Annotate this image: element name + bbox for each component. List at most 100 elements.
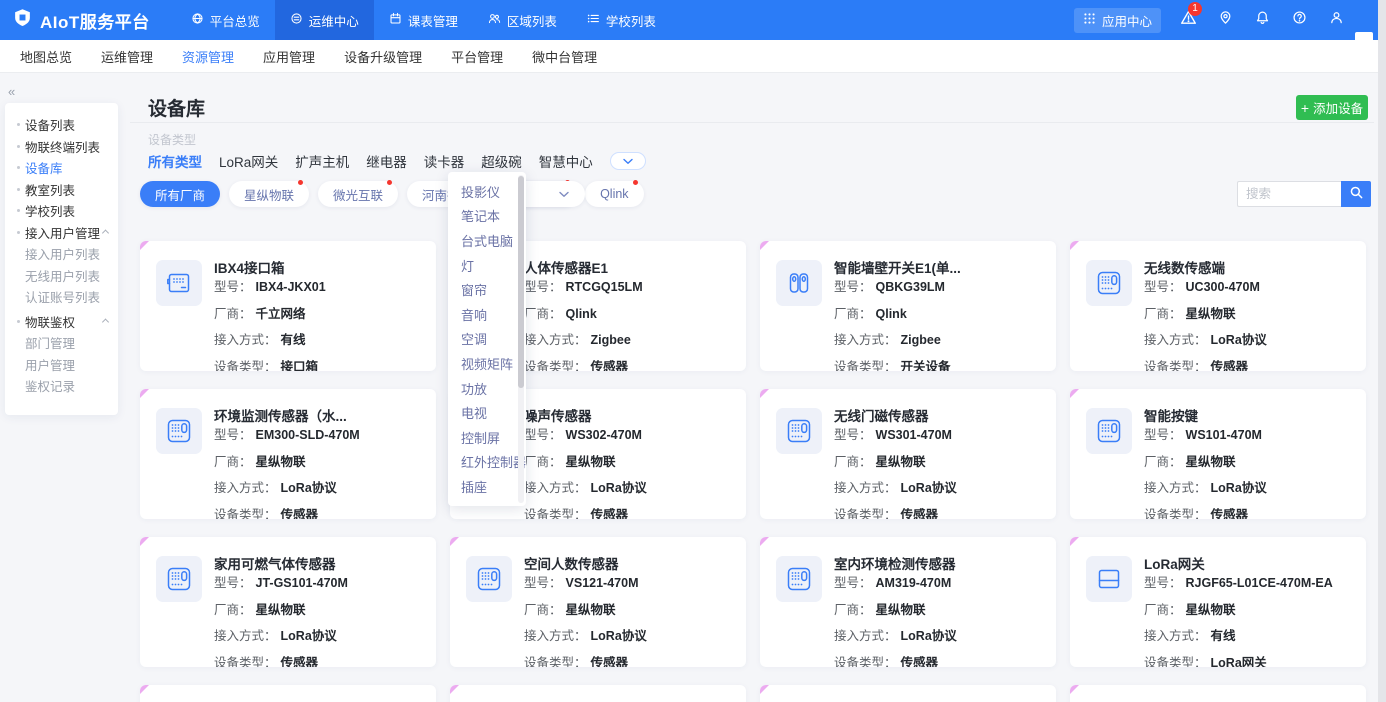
sidebar-item-access-user-list[interactable]: 接入用户列表 [5, 243, 118, 265]
dropdown-scrollbar-thumb[interactable] [518, 176, 524, 388]
access-row: 接入方式：LoRa协议 [1144, 477, 1267, 496]
search-input[interactable] [1237, 181, 1341, 207]
user-button[interactable] [1326, 10, 1346, 30]
dropdown-option[interactable]: 功放 [448, 376, 526, 401]
vendor-filter-xingzong[interactable]: 星纵物联 [229, 181, 309, 207]
sidebar-group-access-user-management[interactable]: 接入用户管理 [5, 222, 118, 244]
dropdown-option[interactable]: 控制屏 [448, 425, 526, 450]
logo[interactable]: AIoT服务平台 [0, 8, 176, 33]
sidebar-item-school-list[interactable]: 学校列表 [5, 200, 118, 222]
sidebar-item-terminal-list[interactable]: 物联终端列表 [5, 136, 118, 158]
avatar-partial[interactable] [1355, 32, 1373, 42]
dropdown-option[interactable]: 台式电脑 [448, 228, 526, 253]
device-icon-tile [1086, 408, 1132, 454]
subnav-item-app-management[interactable]: 应用管理 [263, 47, 315, 66]
device-card[interactable]: 型号： 厂商： 接入方式： 设备类型： [140, 685, 436, 702]
vendor-label: 厂商： [1144, 455, 1182, 469]
model-row: 型号：RTCGQ15LM [524, 276, 643, 295]
device-card[interactable]: 智能按键 型号：WS101-470M 厂商：星纵物联 接入方式：LoRa协议 设… [1070, 389, 1366, 519]
sidebar-item-auth-account-list[interactable]: 认证账号列表 [5, 286, 118, 308]
access-row: 接入方式：有线 [1144, 625, 1333, 644]
dropdown-option[interactable]: 视频矩阵 [448, 351, 526, 376]
dropdown-option[interactable]: 红外控制器 [448, 450, 526, 475]
page-scrollbar[interactable] [1378, 0, 1386, 702]
device-icon-tile [776, 556, 822, 602]
model-row: 型号：WS301-470M [834, 424, 957, 443]
type-filter-sound-host[interactable]: 扩声主机 [295, 151, 349, 171]
device-card[interactable]: 无线门磁传感器 型号：WS301-470M 厂商：星纵物联 接入方式：LoRa协… [760, 389, 1056, 519]
sidebar-item-device-library[interactable]: 设备库 [5, 157, 118, 179]
dropdown-option[interactable]: 插座 [448, 474, 526, 499]
alert-button[interactable]: 1 [1178, 10, 1198, 30]
dropdown-option[interactable]: 电视 [448, 400, 526, 425]
device-card[interactable]: 室内环境检测传感器 型号：AM319-470M 厂商：星纵物联 接入方式：LoR… [760, 537, 1056, 667]
device-card[interactable]: LoRa网关 型号：RJGF65-L01CE-470M-EA 厂商：星纵物联 接… [1070, 537, 1366, 667]
device-card[interactable]: 智能墙壁开关E1(单... 型号：QBKG39LM 厂商：Qlink 接入方式：… [760, 241, 1056, 371]
subnav-item-device-upgrade[interactable]: 设备升级管理 [344, 47, 422, 66]
dropdown-option[interactable]: 窗帘 [448, 277, 526, 302]
device-card[interactable]: 家用可燃气体传感器 型号：JT-GS101-470M 厂商：星纵物联 接入方式：… [140, 537, 436, 667]
subnav-item-resource-management[interactable]: 资源管理 [182, 47, 234, 66]
sidebar-item-user-management[interactable]: 用户管理 [5, 354, 118, 376]
dropdown-option[interactable]: 灯 [448, 253, 526, 278]
type-filter-relay[interactable]: 继电器 [366, 151, 407, 171]
subnav-item-map-overview[interactable]: 地图总览 [20, 47, 72, 66]
switch-icon [785, 269, 813, 297]
sidebar-item-dept-management[interactable]: 部门管理 [5, 332, 118, 354]
type-more-button[interactable] [610, 152, 646, 170]
device-card[interactable]: 型号： 厂商： 接入方式： 设备类型： [760, 685, 1056, 702]
device-fields: 型号：JT-GS101-470M 厂商：星纵物联 接入方式：LoRa协议 设备类… [214, 572, 348, 667]
subnav-item-ops-management[interactable]: 运维管理 [101, 47, 153, 66]
vendor-filter-weiguang[interactable]: 微光互联 [318, 181, 398, 207]
dropdown-option[interactable]: 笔记本 [448, 204, 526, 229]
topnav-item-platform-overview[interactable]: 平台总览 [176, 0, 275, 40]
topnav-item-school-list[interactable]: 学校列表 [572, 0, 671, 40]
dropdown-option[interactable]: 空调 [448, 327, 526, 352]
topnav-label: 学校列表 [606, 11, 656, 30]
topnav-label: 课表管理 [408, 11, 458, 30]
device-card[interactable]: 无线数传感端 型号：UC300-470M 厂商：星纵物联 接入方式：LoRa协议… [1070, 241, 1366, 371]
vendor-filter-qlink[interactable]: Qlink [585, 181, 643, 207]
type-filter-all[interactable]: 所有类型 [148, 151, 202, 171]
location-button[interactable] [1215, 10, 1235, 30]
server-icon [290, 12, 303, 28]
type-filter-lora-gateway[interactable]: LoRa网关 [219, 151, 278, 171]
device-card[interactable]: 型号： 厂商： 接入方式： 设备类型： [1070, 685, 1366, 702]
dropdown-option[interactable]: 音响 [448, 302, 526, 327]
vendor-filter-all[interactable]: 所有厂商 [140, 181, 220, 207]
type-label: 设备类型： [214, 508, 277, 520]
type-filter-super-bowl[interactable]: 超级碗 [481, 151, 522, 171]
type-label: 设备类型： [214, 656, 277, 668]
sidebar-item-auth-records[interactable]: 鉴权记录 [5, 375, 118, 397]
search-button[interactable] [1341, 181, 1371, 207]
sidebar-collapse-button[interactable]: « [8, 84, 15, 99]
subnav-item-platform-management[interactable]: 平台管理 [451, 47, 503, 66]
list-icon [587, 12, 600, 28]
device-card[interactable]: 型号： 厂商： 接入方式： 设备类型： [450, 685, 746, 702]
device-icon-tile [466, 556, 512, 602]
help-button[interactable] [1289, 10, 1309, 30]
topnav-item-ops-center[interactable]: 运维中心 [275, 0, 374, 40]
device-card[interactable]: 环境监测传感器（水... 型号：EM300-SLD-470M 厂商：星纵物联 接… [140, 389, 436, 519]
vendor-value: 星纵物联 [1186, 307, 1236, 321]
device-card[interactable]: IBX4接口箱 型号：IBX4-JKX01 厂商：千立网络 接入方式：有线 设备… [140, 241, 436, 371]
sidebar-item-classroom-list[interactable]: 教室列表 [5, 179, 118, 201]
device-card[interactable]: 空间人数传感器 型号：VS121-470M 厂商：星纵物联 接入方式：LoRa协… [450, 537, 746, 667]
notification-button[interactable] [1252, 10, 1272, 30]
access-label: 接入方式： [524, 333, 587, 347]
sidebar-item-wireless-user-list[interactable]: 无线用户列表 [5, 265, 118, 287]
topnav-item-schedule-management[interactable]: 课表管理 [374, 0, 473, 40]
sensor-icon [785, 417, 813, 445]
device-name: 无线门磁传感器 [834, 405, 1046, 425]
sidebar-group-iot-auth[interactable]: 物联鉴权 [5, 311, 118, 333]
subnav-item-micro-platform[interactable]: 微中台管理 [532, 47, 597, 66]
topnav-item-region-list[interactable]: 区域列表 [473, 0, 572, 40]
type-filter-smart-center[interactable]: 智慧中心 [539, 151, 593, 171]
add-device-button[interactable]: +添加设备 [1296, 95, 1368, 120]
vendor-row-field: 厂商：星纵物联 [214, 451, 360, 470]
type-filter-card-reader[interactable]: 读卡器 [424, 151, 465, 171]
app-center-button[interactable]: 应用中心 [1074, 8, 1161, 33]
dropdown-option[interactable]: 投影仪 [448, 179, 526, 204]
sidebar-item-device-list[interactable]: 设备列表 [5, 114, 118, 136]
vendor-row-field: 厂商：星纵物联 [524, 599, 647, 618]
